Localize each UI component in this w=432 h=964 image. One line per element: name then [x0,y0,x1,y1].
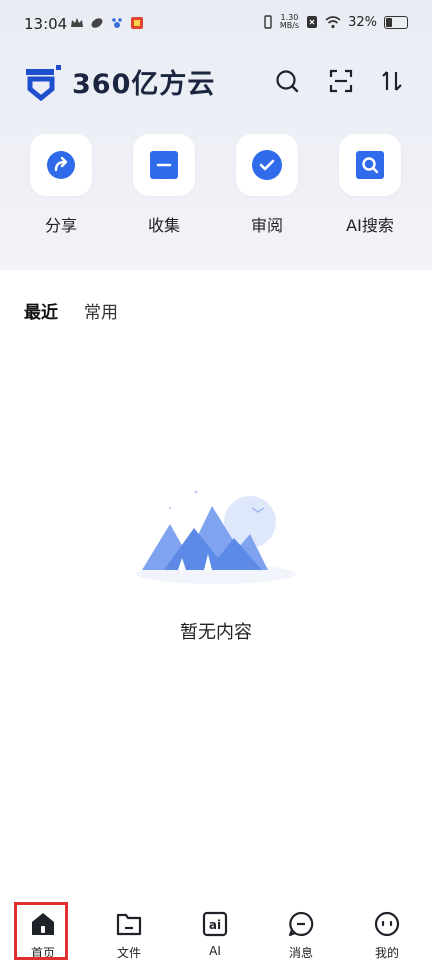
search-icon[interactable] [274,68,300,94]
review-tile [236,134,298,196]
wifi-icon [325,15,341,28]
crown-icon [71,18,83,27]
nav-files-label: 文件 [116,946,141,960]
sort-icon[interactable] [380,68,406,94]
quick-actions: 分享 收集 审阅 AI搜索 [0,134,432,244]
nav-profile[interactable]: 我的 [344,900,430,964]
collect-tile [133,134,195,196]
empty-illustration [136,490,296,584]
collect-action[interactable]: 收集 [114,134,214,244]
nav-messages-label: 消息 [288,946,313,960]
share-action[interactable]: 分享 [11,134,111,244]
review-label: 审阅 [250,216,283,235]
home-highlight-box [14,902,68,960]
nav-ai-label: AI [209,944,221,958]
scan-icon[interactable] [328,68,354,94]
review-action[interactable]: 审阅 [217,134,317,244]
nav-files[interactable]: 文件 [86,900,172,964]
status-bar: 13:04 1.30 MB/s 32% [0,0,432,48]
tab-frequent[interactable]: 常用 [84,298,118,323]
app-logo: 360亿方云 [24,62,215,101]
status-right: 1.30 MB/s 32% [263,14,408,30]
logo-icon [26,64,61,101]
sim-icon [307,16,318,28]
ai-search-label: AI搜索 [346,216,394,235]
battery-percent: 32% [348,14,377,30]
ai-search-tile [339,134,401,196]
content-tabs: 最近 常用 [24,298,118,323]
collect-icon [150,151,178,179]
leaf-icon [91,18,103,28]
status-time: 13:04 [24,15,68,33]
ai-icon-text: ai [209,918,221,932]
brand-name: 360亿方云 [72,69,216,100]
folder-icon [116,913,142,936]
review-icon [252,150,282,180]
message-icon [288,911,314,937]
net-speed: 1.30 MB/s [280,14,299,30]
nav-profile-label: 我的 [374,946,399,960]
share-icon [47,151,75,179]
battery-icon [384,15,408,29]
empty-state-text: 暂无内容 [180,622,252,643]
paw-icon [112,18,122,28]
share-label: 分享 [44,216,77,235]
share-tile [30,134,92,196]
vibrate-icon [264,15,272,29]
app-header: 360亿方云 [0,56,432,108]
app-notification-icon [131,17,143,29]
nav-ai[interactable]: ai AI [172,900,258,964]
ai-icon: ai [202,911,228,937]
net-speed-unit: MB/s [279,21,300,30]
notification-icons [70,16,144,30]
ai-search-icon [356,151,384,179]
collect-label: 收集 [147,216,180,235]
ai-search-action[interactable]: AI搜索 [320,134,420,244]
profile-icon [374,911,400,937]
nav-messages[interactable]: 消息 [258,900,344,964]
tab-recent[interactable]: 最近 [24,298,58,323]
